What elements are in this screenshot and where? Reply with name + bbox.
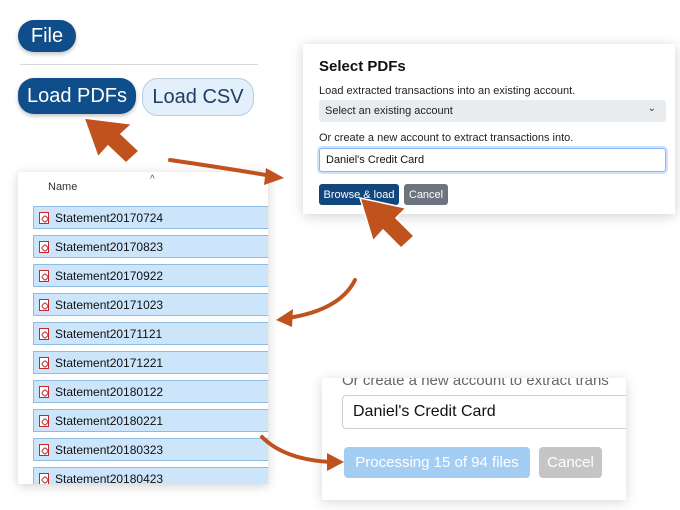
arrowhead-icon (264, 168, 284, 185)
arrowhead-icon (276, 309, 293, 327)
flow-arrow-icon (260, 435, 334, 464)
arrowhead-icon (327, 453, 344, 471)
flow-arrow-icon (168, 158, 274, 178)
pointer-arrow-icon (82, 117, 141, 165)
pointer-arrow-icon (358, 196, 416, 250)
annotation-arrows (82, 117, 416, 471)
flow-arrow-icon (286, 278, 357, 320)
